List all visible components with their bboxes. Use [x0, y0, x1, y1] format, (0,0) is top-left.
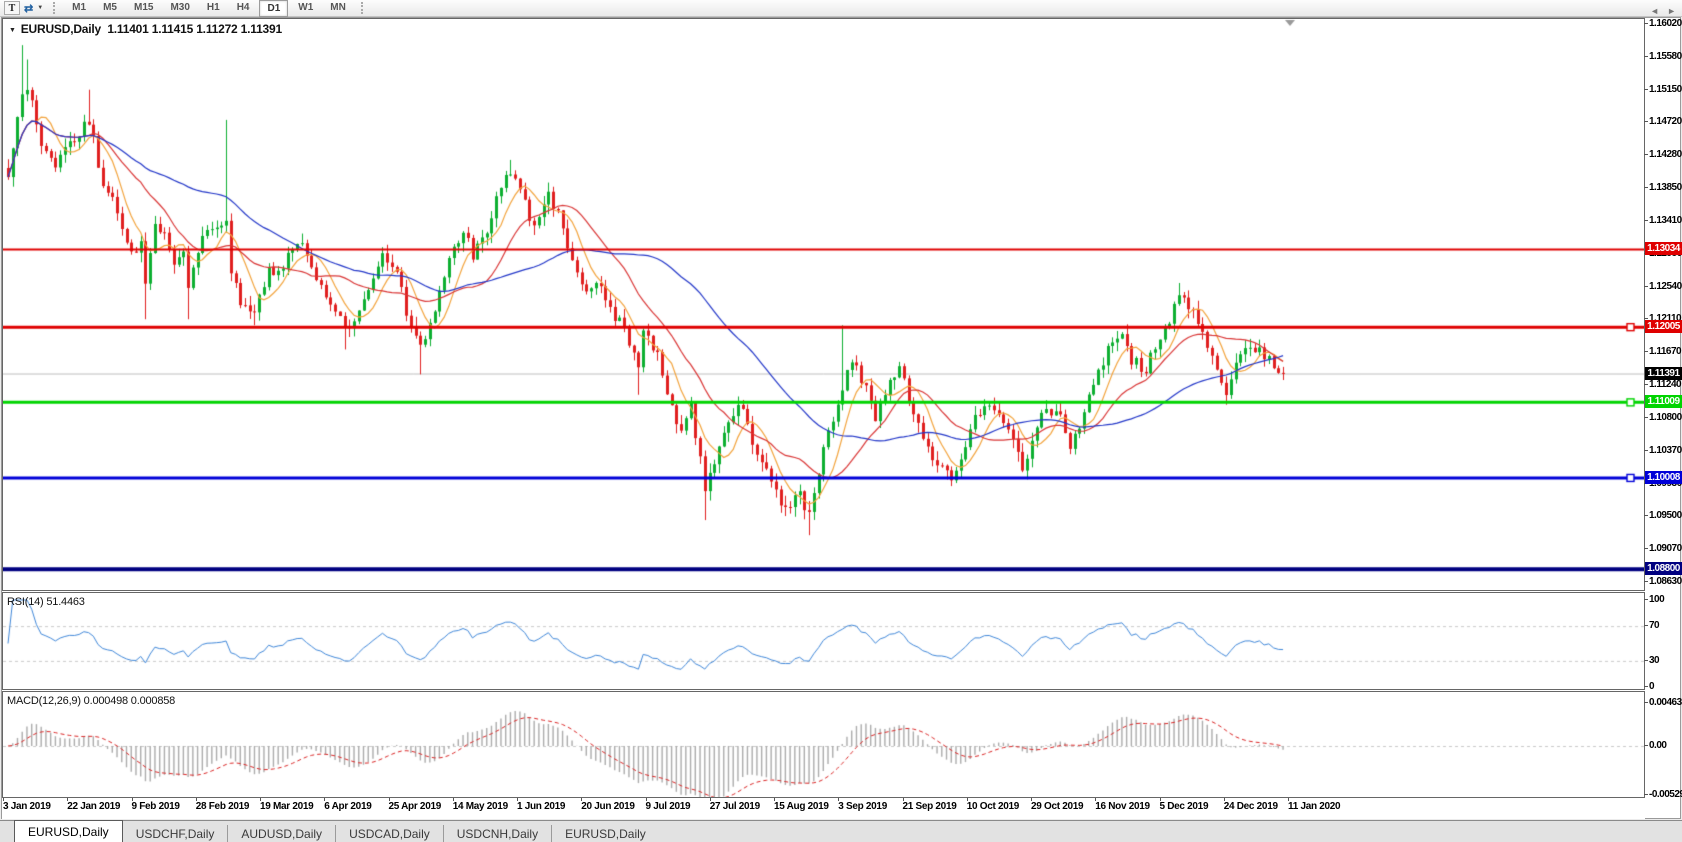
mt4-application: T ⇄ ▼ M1 M5 M15 M30 H1 H4 D1 W1 MN ▼ EURUSD,Daily… [0, 0, 1682, 842]
chart-tab-eurusd-0[interactable]: EURUSD,Daily [14, 820, 123, 842]
date-axis-label: 11 Jan 2020 [1288, 801, 1341, 812]
cycle-charts-icon[interactable]: ⇄ [22, 1, 35, 15]
price-axis-label: 1.14720 [1644, 116, 1682, 128]
chart-tabbar: EURUSD,Daily USDCHF,Daily AUDUSD,Daily USDC… [0, 820, 1682, 842]
chart-tab-audusd-2[interactable]: AUDUSD,Daily [227, 825, 335, 842]
date-axis-label: 5 Dec 2019 [1159, 801, 1209, 812]
toolbar: T ⇄ ▼ M1 M5 M15 M30 H1 H4 D1 W1 MN [0, 0, 1682, 17]
date-axis-label: 25 Apr 2019 [388, 801, 442, 812]
price-chart-canvas[interactable] [3, 19, 1644, 590]
rsi-canvas[interactable] [3, 593, 1644, 689]
tab-scroll-left-icon[interactable]: ◄ [1650, 6, 1659, 16]
rsi-label: RSI(14) 51.4463 [7, 596, 85, 608]
date-axis-label: 10 Oct 2019 [966, 801, 1020, 812]
price-axis-label: 1.14280 [1644, 149, 1682, 161]
chart-tab-usdcad-3[interactable]: USDCAD,Daily [335, 825, 443, 842]
price-axis-label: 1.15580 [1644, 51, 1682, 63]
tab-scroll-buttons: ◄ ► [1650, 6, 1676, 16]
price-axis-label: 1.13850 [1644, 181, 1682, 193]
date-axis[interactable]: 3 Jan 2019 22 Jan 2019 9 Feb 2019 28 Feb 20… [2, 798, 1645, 819]
price-axis-label: 1.13410 [1644, 215, 1682, 227]
price-axis-label: 1.10370 [1644, 444, 1682, 456]
price-axis-label: 1.11240 [1643, 378, 1682, 390]
chart-symbol: EURUSD,Daily [20, 22, 102, 36]
rsi-axis-label: 30 [1643, 654, 1660, 666]
timeframe-buttons: M1 M5 M15 M30 H1 H4 D1 W1 MN [65, 0, 353, 17]
date-axis-label: 9 Feb 2019 [131, 801, 180, 812]
chart-tab-usdcnh-4[interactable]: USDCNH,Daily [442, 825, 551, 842]
chevron-down-icon[interactable]: ▼ [37, 5, 43, 11]
timeframe-button-m1[interactable]: M1 [65, 0, 93, 15]
date-axis-label: 16 Nov 2019 [1095, 801, 1150, 812]
price-axis-label: 1.09070 [1644, 542, 1682, 554]
collapse-triangle-icon[interactable]: ▼ [9, 27, 16, 34]
macd-axis-label: -0.00529 [1643, 789, 1682, 800]
price-axis-label: 1.12540 [1644, 280, 1682, 292]
date-axis-label: 9 Jul 2019 [645, 801, 691, 812]
date-axis-label: 22 Jan 2019 [67, 801, 121, 812]
macd-canvas[interactable] [3, 692, 1644, 797]
price-axis-label: 1.16020 [1644, 18, 1682, 29]
date-axis-label: 15 Aug 2019 [774, 801, 829, 812]
chart-title: ▼ EURUSD,Daily 1.11401 1.11415 1.11272 1.… [9, 22, 282, 36]
timeframe-button-m5[interactable]: M5 [96, 0, 124, 15]
price-tag: 1.12005 [1645, 320, 1682, 334]
price-axis-label: 1.10800 [1644, 412, 1682, 424]
toolbar-grip [53, 2, 58, 14]
timeframe-button-h4[interactable]: H4 [230, 0, 257, 15]
price-axis-label: 1.11670 [1643, 346, 1682, 358]
timeframe-button-m30[interactable]: M30 [163, 0, 196, 15]
macd-label: MACD(12,26,9) 0.000498 0.000858 [7, 695, 176, 707]
date-axis-label: 27 Jul 2019 [709, 801, 760, 812]
date-axis-label: 3 Sep 2019 [838, 801, 887, 812]
date-axis-label: 6 Apr 2019 [324, 801, 372, 812]
timeframe-button-mn[interactable]: MN [323, 0, 353, 15]
macd-axis-label: 0.00 [1643, 740, 1667, 751]
chart-tab-usdchf-1[interactable]: USDCHF,Daily [123, 825, 228, 842]
timeframe-button-d1[interactable]: D1 [259, 0, 289, 17]
price-axis-label: 1.08630 [1644, 576, 1682, 587]
price-tag: 1.11009 [1645, 395, 1682, 409]
date-axis-label: 20 Jun 2019 [581, 801, 635, 812]
timeframe-button-w1[interactable]: W1 [291, 0, 320, 15]
price-tag: 1.08800 [1645, 562, 1682, 576]
price-tag: 1.11391 [1645, 366, 1682, 380]
date-axis-label: 28 Feb 2019 [195, 801, 250, 812]
chart-tab-eurusd-5[interactable]: EURUSD,Daily [551, 825, 659, 842]
date-axis-label: 19 Mar 2019 [260, 801, 314, 812]
rsi-axis-label: 100 [1643, 594, 1665, 605]
date-axis-label: 3 Jan 2019 [3, 801, 51, 812]
date-axis-label: 14 May 2019 [452, 801, 508, 812]
price-axis-label: 1.09500 [1644, 510, 1682, 522]
date-axis-label: 29 Oct 2019 [1031, 801, 1084, 812]
date-axis-label: 21 Sep 2019 [902, 801, 957, 812]
price-tag: 1.10008 [1645, 470, 1682, 484]
rsi-axis-label: 70 [1643, 620, 1660, 632]
date-axis-label: 1 Jun 2019 [517, 801, 566, 812]
rsi-axis-label: 0 [1643, 681, 1655, 692]
price-axis-label: 1.15150 [1644, 83, 1682, 95]
timeframe-button-h1[interactable]: H1 [200, 0, 227, 15]
date-axis-label: 24 Dec 2019 [1223, 801, 1278, 812]
timeframe-button-m15[interactable]: M15 [127, 0, 160, 15]
chart-ohlc: 1.11401 1.11415 1.11272 1.11391 [107, 22, 282, 36]
price-tag: 1.13034 [1645, 242, 1682, 256]
text-tool-button[interactable]: T [4, 1, 20, 15]
tab-scroll-right-icon[interactable]: ► [1667, 6, 1676, 16]
macd-axis-label: 0.00463 [1644, 697, 1682, 708]
toolbar-grip-2 [360, 2, 366, 14]
